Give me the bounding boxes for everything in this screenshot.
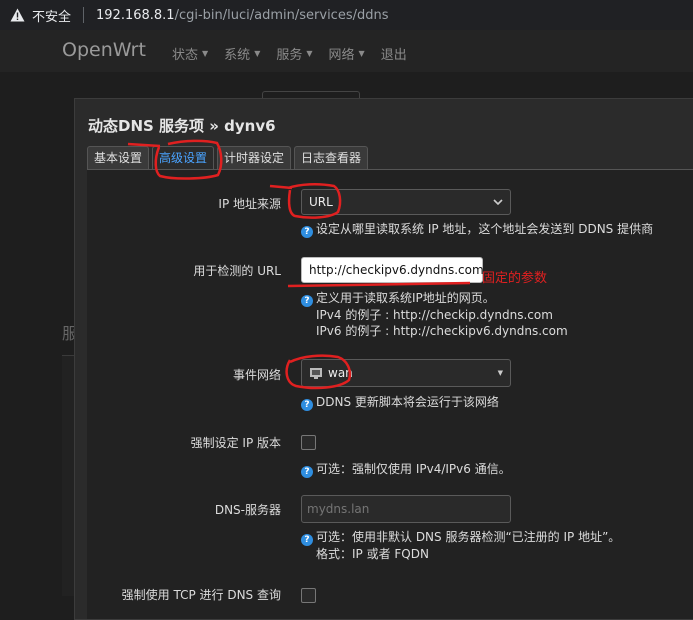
annotation-underline-check-url	[287, 281, 471, 288]
annotation-tick-url-select	[269, 184, 293, 190]
annotation-mark-url-select	[287, 183, 342, 219]
annotation-mark-wan	[285, 354, 352, 390]
annotation-mark-tab	[154, 139, 223, 180]
annotation-overlay	[127, 139, 471, 390]
annotation-tick-tab	[127, 142, 161, 148]
